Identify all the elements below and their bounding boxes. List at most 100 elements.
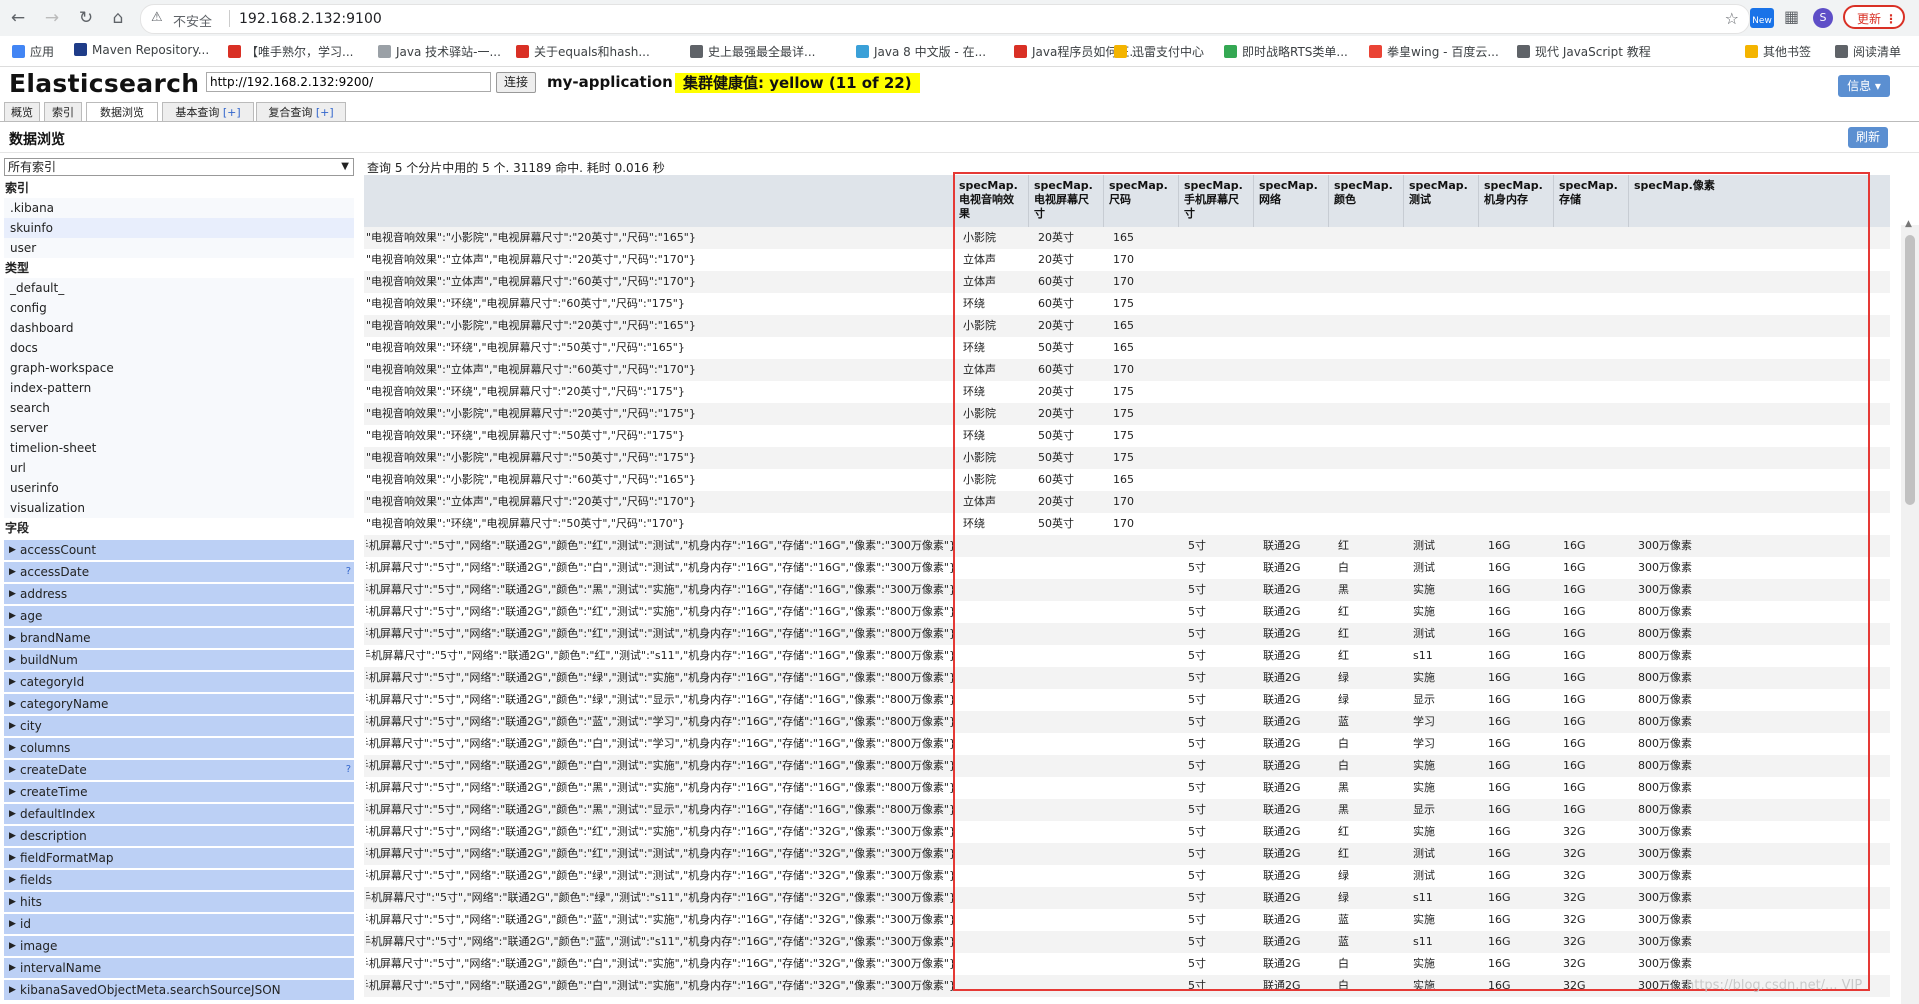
bookmark-item[interactable]: 史上最强最全最详... (690, 43, 815, 60)
table-row[interactable]: "电视音响效果":"小影院","电视屏幕尺寸":"20英寸","尺码":"165… (364, 315, 1890, 337)
table-row[interactable]: "手机屏幕尺寸":"5寸","网络":"联通2G","颜色":"蓝","测试":… (364, 711, 1890, 733)
bookmark-item[interactable]: 关于equals和hash... (516, 43, 650, 60)
table-row[interactable]: "手机屏幕尺寸":"5寸","网络":"联通2G","颜色":"白","测试":… (364, 975, 1890, 997)
help-icon[interactable]: ? (346, 760, 351, 780)
table-row[interactable]: "电视音响效果":"小影院","电视屏幕尺寸":"50英寸","尺码":"175… (364, 447, 1890, 469)
bookmark-item[interactable]: 【唯手熟尔，学习... (228, 43, 353, 60)
sidebar-index-item[interactable]: skuinfo (4, 218, 354, 238)
table-row[interactable]: "手机屏幕尺寸":"5寸","网络":"联通2G","颜色":"白","测试":… (364, 733, 1890, 755)
column-header[interactable]: specMap.电视音响效果 (953, 175, 1028, 227)
sidebar-field-item[interactable]: ▶ id (4, 914, 354, 934)
table-row[interactable]: "手机屏幕尺寸":"5寸","网络":"联通2G","颜色":"绿","测试":… (364, 667, 1890, 689)
sidebar-field-item[interactable]: ▶ defaultIndex (4, 804, 354, 824)
expand-triangle-icon[interactable]: ▶ (9, 958, 16, 978)
tab-add-icon[interactable]: [+] (316, 106, 334, 119)
table-row[interactable]: "电视音响效果":"立体声","电视屏幕尺寸":"20英寸","尺码":"170… (364, 491, 1890, 513)
sidebar-field-item[interactable]: ▶ intervalName (4, 958, 354, 978)
scroll-up-icon[interactable]: ▲ (1905, 219, 1912, 229)
sidebar-field-item[interactable]: ▶ address (4, 584, 354, 604)
tab-item[interactable]: 基本查询 [+] (162, 102, 254, 121)
sidebar-field-item[interactable]: ▶ age (4, 606, 354, 626)
expand-triangle-icon[interactable]: ▶ (9, 628, 16, 648)
bookmark-item[interactable]: Maven Repository... (74, 43, 209, 57)
address-url[interactable]: 192.168.2.132:9100 (239, 11, 382, 27)
table-row[interactable]: "手机屏幕尺寸":"5寸","网络":"联通2G","颜色":"红","测试":… (364, 843, 1890, 865)
sidebar-type-item[interactable]: server (4, 418, 354, 438)
table-row[interactable]: "电视音响效果":"立体声","电视屏幕尺寸":"60英寸","尺码":"170… (364, 271, 1890, 293)
expand-triangle-icon[interactable]: ▶ (9, 672, 16, 692)
bookmark-item[interactable]: 拳皇wing - 百度云... (1369, 43, 1499, 60)
expand-triangle-icon[interactable]: ▶ (9, 936, 16, 956)
bookmark-item[interactable]: 应用 (12, 43, 54, 60)
table-row[interactable]: "手机屏幕尺寸":"5寸","网络":"联通2G","颜色":"白","测试":… (364, 557, 1890, 579)
table-row[interactable]: "手机屏幕尺寸":"5寸","网络":"联通2G","颜色":"蓝","测试":… (364, 931, 1890, 953)
sidebar-index-item[interactable]: .kibana (4, 198, 354, 218)
table-row[interactable]: "电视音响效果":"环绕","电视屏幕尺寸":"50英寸","尺码":"175"… (364, 425, 1890, 447)
table-row[interactable]: "电视音响效果":"环绕","电视屏幕尺寸":"20英寸","尺码":"175"… (364, 381, 1890, 403)
tab-item[interactable]: 索引 (44, 102, 82, 121)
column-header[interactable]: specMap.测试 (1403, 175, 1478, 227)
expand-triangle-icon[interactable]: ▶ (9, 826, 16, 846)
expand-triangle-icon[interactable]: ▶ (9, 738, 16, 758)
sidebar-type-item[interactable]: userinfo (4, 478, 354, 498)
sidebar-type-item[interactable]: _default_ (4, 278, 354, 298)
table-row[interactable]: "电视音响效果":"环绕","电视屏幕尺寸":"50英寸","尺码":"170"… (364, 513, 1890, 535)
sidebar-index-item[interactable]: user (4, 238, 354, 258)
sidebar-field-item[interactable]: ▶ fields (4, 870, 354, 890)
expand-triangle-icon[interactable]: ▶ (9, 848, 16, 868)
scrollbar-thumb[interactable] (1905, 235, 1915, 505)
sidebar-field-item[interactable]: ▶ columns (4, 738, 354, 758)
expand-triangle-icon[interactable]: ▶ (9, 870, 16, 890)
sidebar-field-item[interactable]: ▶ categoryName (4, 694, 354, 714)
extensions-puzzle-icon[interactable]: ▦ (1784, 7, 1799, 26)
bookmark-item[interactable]: 其他书签 (1745, 43, 1811, 60)
sidebar-type-item[interactable]: url (4, 458, 354, 478)
table-row[interactable]: "电视音响效果":"立体声","电视屏幕尺寸":"60英寸","尺码":"170… (364, 359, 1890, 381)
expand-triangle-icon[interactable]: ▶ (9, 760, 16, 780)
index-select[interactable]: 所有索引 ▼ (4, 158, 354, 176)
expand-triangle-icon[interactable]: ▶ (9, 694, 16, 714)
sidebar-type-item[interactable]: index-pattern (4, 378, 354, 398)
home-icon[interactable]: ⌂ (106, 6, 130, 30)
help-icon[interactable]: ? (346, 562, 351, 582)
table-row[interactable]: "手机屏幕尺寸":"5寸","网络":"联通2G","颜色":"红","测试":… (364, 601, 1890, 623)
expand-triangle-icon[interactable]: ▶ (9, 584, 16, 604)
expand-triangle-icon[interactable]: ▶ (9, 782, 16, 802)
sidebar-field-item[interactable]: ▶ createTime (4, 782, 354, 802)
bookmark-item[interactable]: Java 8 中文版 - 在... (856, 43, 986, 60)
sidebar-field-item[interactable]: ▶ hits (4, 892, 354, 912)
table-row[interactable]: "手机屏幕尺寸":"5寸","网络":"联通2G","颜色":"绿","测试":… (364, 689, 1890, 711)
sidebar-type-item[interactable]: graph-workspace (4, 358, 354, 378)
results-scrollbar[interactable]: ▲ (1901, 219, 1919, 1004)
sidebar-field-item[interactable]: ▶ image (4, 936, 354, 956)
column-header[interactable]: specMap.存储 (1553, 175, 1628, 227)
table-row[interactable]: "手机屏幕尺寸":"5寸","网络":"联通2G","颜色":"白","测试":… (364, 755, 1890, 777)
expand-triangle-icon[interactable]: ▶ (9, 540, 16, 560)
expand-triangle-icon[interactable]: ▶ (9, 650, 16, 670)
table-row[interactable]: "电视音响效果":"小影院","电视屏幕尺寸":"60英寸","尺码":"165… (364, 469, 1890, 491)
column-header[interactable]: specMap.电视屏幕尺寸 (1028, 175, 1103, 227)
connect-button[interactable]: 连接 (496, 72, 536, 93)
sidebar-field-item[interactable]: ▶ categoryId (4, 672, 354, 692)
expand-triangle-icon[interactable]: ▶ (9, 980, 16, 1000)
column-header[interactable]: specMap.网络 (1253, 175, 1328, 227)
column-header[interactable]: specMap.机身内存 (1478, 175, 1553, 227)
table-row[interactable]: "电视音响效果":"立体声","电视屏幕尺寸":"20英寸","尺码":"170… (364, 249, 1890, 271)
sidebar-type-item[interactable]: dashboard (4, 318, 354, 338)
expand-triangle-icon[interactable]: ▶ (9, 606, 16, 626)
table-row[interactable]: "手机屏幕尺寸":"5寸","网络":"联通2G","颜色":"红","测试":… (364, 645, 1890, 667)
sidebar-field-item[interactable]: ▶ createDate? (4, 760, 354, 780)
back-icon[interactable]: ← (6, 6, 30, 30)
table-row[interactable]: "电视音响效果":"小影院","电视屏幕尺寸":"20英寸","尺码":"175… (364, 403, 1890, 425)
cluster-url-input[interactable] (206, 72, 491, 92)
table-row[interactable]: "手机屏幕尺寸":"5寸","网络":"联通2G","颜色":"白","测试":… (364, 953, 1890, 975)
sidebar-field-item[interactable]: ▶ buildNum (4, 650, 354, 670)
expand-triangle-icon[interactable]: ▶ (9, 914, 16, 934)
bookmark-item[interactable]: 阅读清单 (1835, 43, 1901, 60)
column-header[interactable]: specMap.像素 (1628, 175, 1738, 227)
tab-item[interactable]: 复合查询 [+] (256, 102, 346, 121)
sidebar-field-item[interactable]: ▶ fieldFormatMap (4, 848, 354, 868)
sidebar-field-item[interactable]: ▶ description (4, 826, 354, 846)
sidebar-type-item[interactable]: visualization (4, 498, 354, 518)
sidebar-type-item[interactable]: docs (4, 338, 354, 358)
